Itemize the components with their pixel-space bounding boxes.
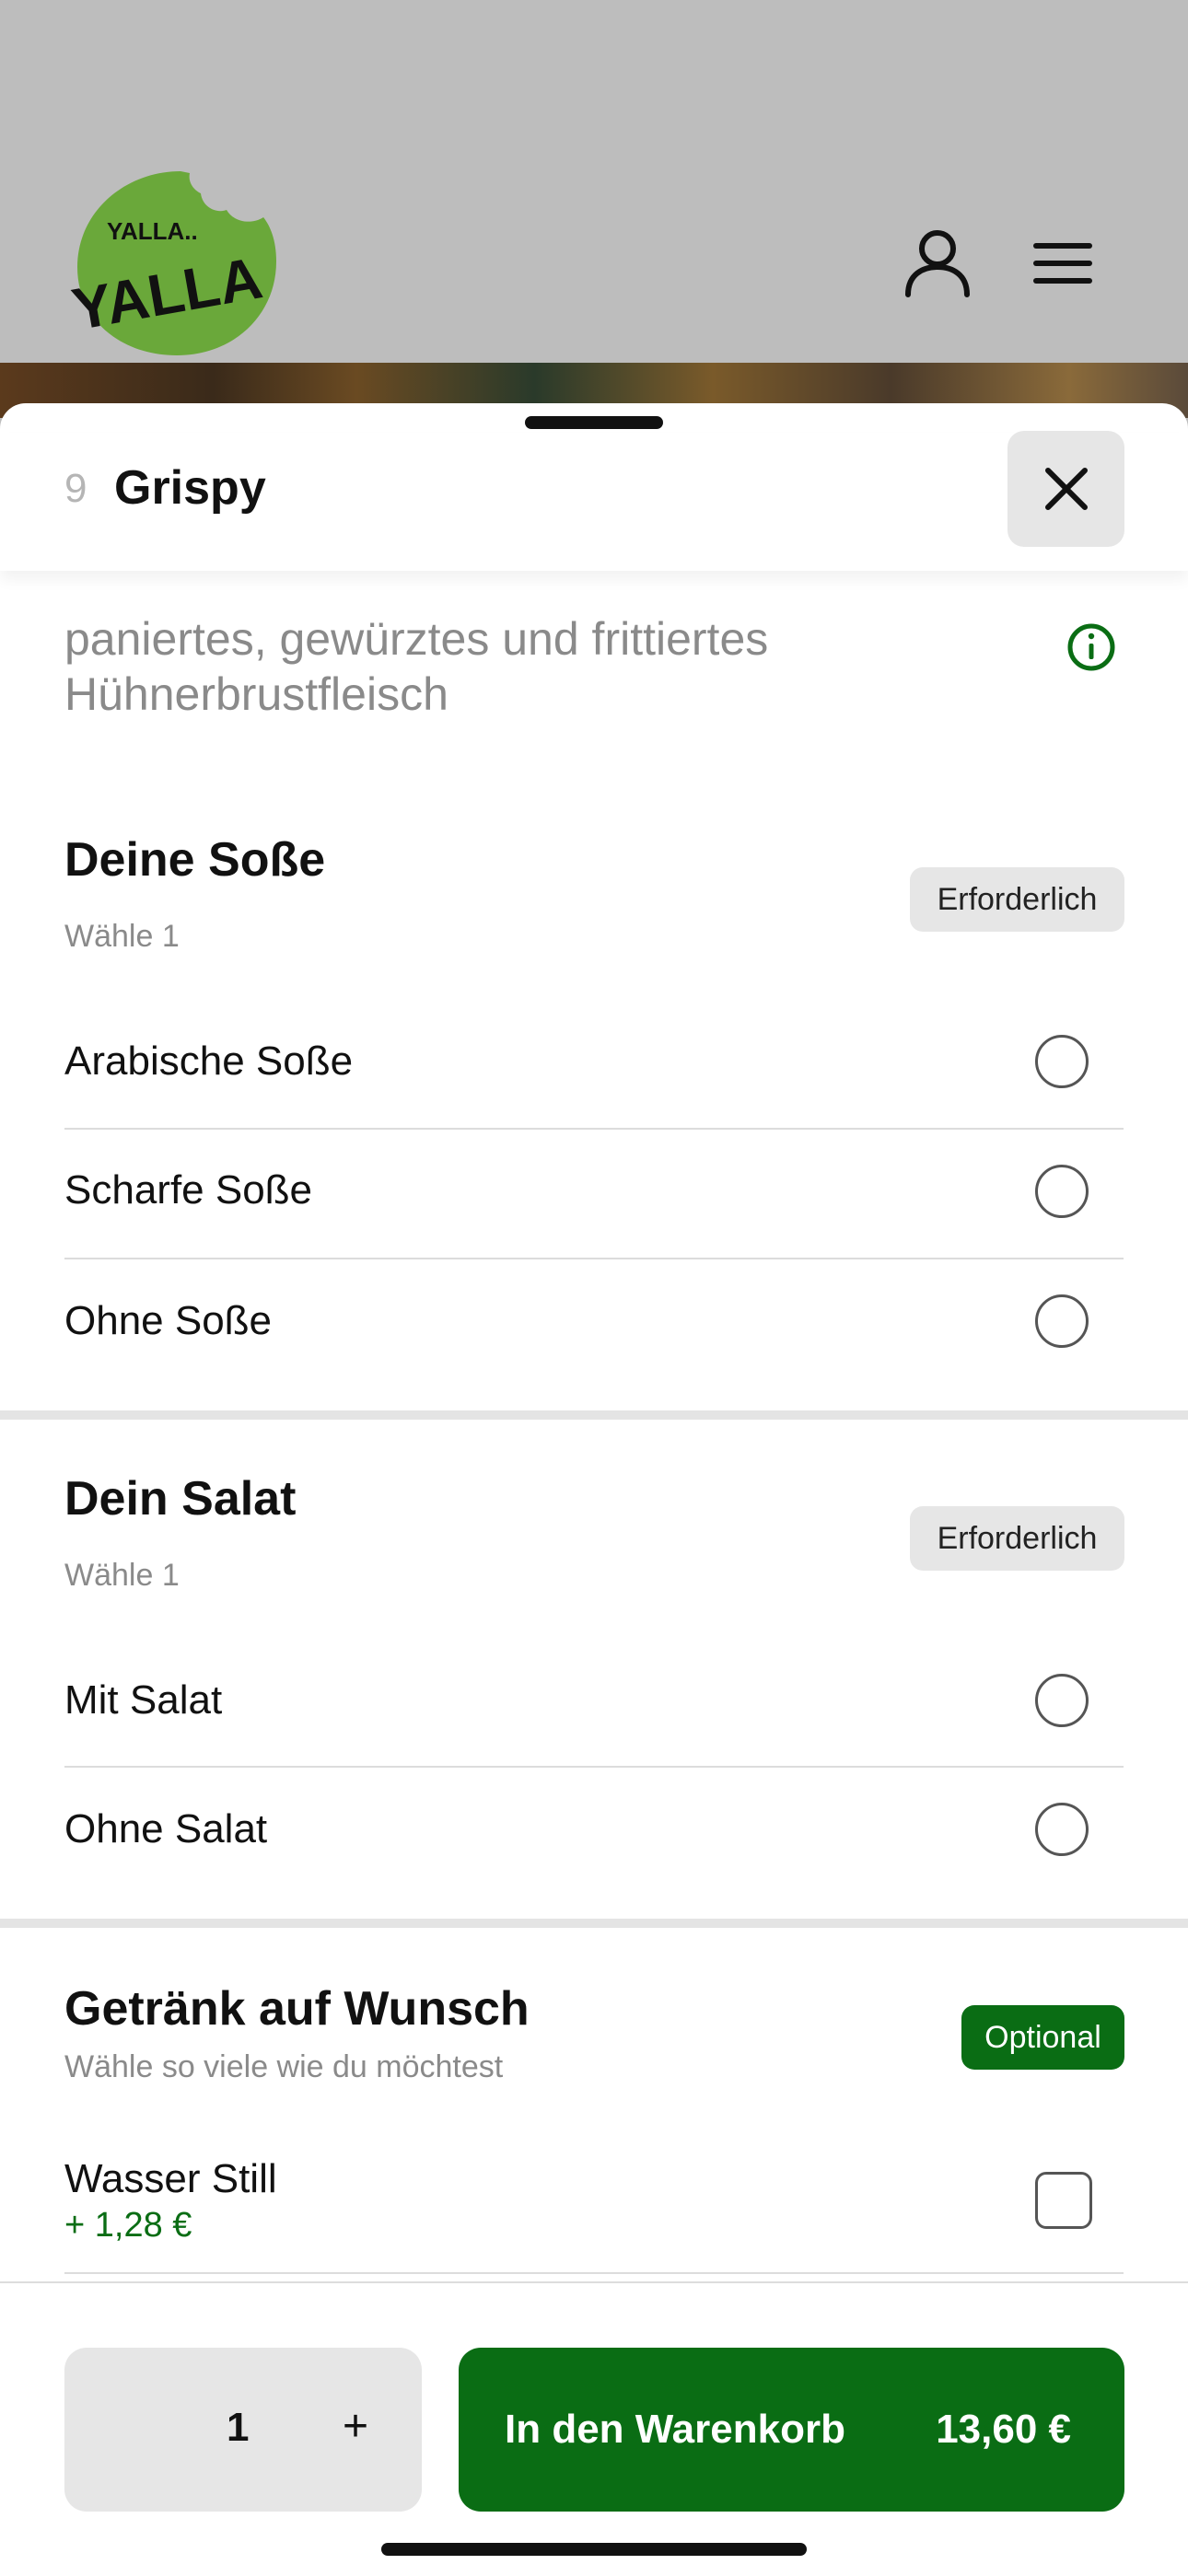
- section-title-salad: Dein Salat: [64, 1472, 297, 1526]
- section-subtitle-drinks: Wähle so viele wie du möchtest: [64, 2049, 504, 2084]
- option-label: Ohne Salat: [64, 1806, 268, 1851]
- required-badge: Erforderlich: [910, 1506, 1124, 1571]
- close-button[interactable]: [1007, 431, 1124, 547]
- menu-button[interactable]: [1031, 241, 1094, 290]
- section-separator: [0, 1919, 1188, 1928]
- section-subtitle-sauce: Wähle 1: [64, 919, 180, 954]
- radio-button[interactable]: [1035, 1674, 1089, 1727]
- close-icon: [1045, 468, 1088, 510]
- radio-button[interactable]: [1035, 1294, 1089, 1348]
- sheet-grabber[interactable]: [525, 416, 663, 429]
- required-badge: Erforderlich: [910, 867, 1124, 932]
- item-description: paniertes, gewürztes und frittiertes Hüh…: [64, 613, 769, 720]
- section-subtitle-salad: Wähle 1: [64, 1558, 180, 1593]
- divider: [64, 1258, 1124, 1259]
- option-label: Scharfe Soße: [64, 1167, 313, 1213]
- divider: [64, 1766, 1124, 1768]
- account-button[interactable]: [901, 226, 974, 305]
- add-to-cart-label: In den Warenkorb: [505, 2407, 845, 2452]
- option-label: Ohne Soße: [64, 1298, 273, 1343]
- radio-button[interactable]: [1035, 1165, 1089, 1218]
- item-title: Grispy: [114, 461, 266, 515]
- info-button[interactable]: [1066, 622, 1116, 677]
- section-title-drinks: Getränk auf Wunsch: [64, 1982, 530, 2036]
- section-separator: [0, 1410, 1188, 1420]
- divider: [64, 2272, 1124, 2274]
- optional-badge: Optional: [961, 2005, 1124, 2070]
- radio-button[interactable]: [1035, 1803, 1089, 1856]
- section-title-sauce: Deine Soße: [64, 833, 326, 887]
- option-label: Mit Salat: [64, 1677, 223, 1723]
- info-icon: [1067, 623, 1115, 671]
- option-label: Arabische Soße: [64, 1039, 354, 1084]
- home-indicator: [381, 2543, 807, 2556]
- divider: [64, 1128, 1124, 1130]
- increase-quantity-button[interactable]: +: [343, 2401, 368, 2452]
- total-price: 13,60 €: [936, 2407, 1071, 2452]
- quantity-value: 1: [227, 2405, 250, 2450]
- item-number: 9: [64, 466, 87, 511]
- option-price: + 1,28 €: [64, 2206, 192, 2245]
- option-label: Wasser Still: [64, 2156, 277, 2201]
- person-icon: [905, 230, 970, 297]
- hamburger-menu-icon: [1033, 243, 1092, 284]
- yalla-logo[interactable]: YALLA.. YALLA: [67, 166, 284, 359]
- add-to-cart-button[interactable]: In den Warenkorb 13,60 €: [459, 2348, 1124, 2512]
- svg-text:YALLA..: YALLA..: [107, 217, 198, 245]
- checkbox[interactable]: [1035, 2172, 1092, 2229]
- radio-button[interactable]: [1035, 1035, 1089, 1088]
